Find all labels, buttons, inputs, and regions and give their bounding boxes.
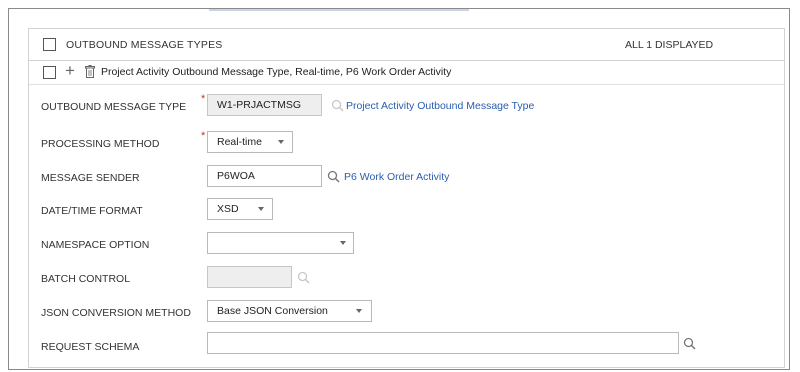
processing-method-field: PROCESSING METHOD * Real-time: [29, 126, 784, 159]
trash-icon[interactable]: [85, 65, 95, 78]
message-sender-field: MESSAGE SENDER P6WOA P6 Work Order Activ…: [29, 160, 784, 193]
top-divider: [209, 9, 469, 11]
namespace-option-select[interactable]: [207, 232, 354, 254]
json-conversion-method-value: Base JSON Conversion: [217, 305, 328, 317]
datetime-format-select[interactable]: XSD: [207, 198, 273, 220]
datetime-format-field: DATE/TIME FORMAT XSD: [29, 193, 784, 226]
required-marker: *: [201, 93, 206, 105]
processing-method-label: PROCESSING METHOD: [41, 138, 160, 150]
chevron-down-icon: [340, 241, 346, 245]
message-sender-label: MESSAGE SENDER: [41, 172, 140, 184]
namespace-option-label: NAMESPACE OPTION: [41, 239, 150, 251]
outbound-message-type-description-link[interactable]: Project Activity Outbound Message Type: [346, 100, 534, 112]
batch-control-input[interactable]: [207, 266, 292, 288]
search-icon[interactable]: [331, 99, 344, 112]
message-sender-input[interactable]: P6WOA: [207, 165, 322, 187]
outbound-message-type-input[interactable]: W1-PRJACTMSG: [207, 94, 322, 116]
chevron-down-icon: [278, 140, 284, 144]
panel-header: OUTBOUND MESSAGE TYPES ALL 1 DISPLAYED: [29, 29, 784, 61]
record-checkbox[interactable]: [43, 66, 56, 79]
message-sender-description-link[interactable]: P6 Work Order Activity: [344, 171, 449, 183]
add-icon[interactable]: +: [65, 62, 75, 80]
datetime-format-label: DATE/TIME FORMAT: [41, 205, 143, 217]
record-row: + Project Activity Outbound Message Type…: [29, 61, 784, 85]
outbound-message-type-field: OUTBOUND MESSAGE TYPE * W1-PRJACTMSG Pro…: [29, 89, 784, 122]
displayed-count: ALL 1 DISPLAYED: [625, 39, 714, 51]
request-schema-input[interactable]: [207, 332, 679, 354]
namespace-option-field: NAMESPACE OPTION: [29, 227, 784, 260]
panel-title: OUTBOUND MESSAGE TYPES: [66, 39, 223, 51]
json-conversion-method-label: JSON CONVERSION METHOD: [41, 307, 191, 319]
batch-control-field: BATCH CONTROL: [29, 261, 784, 294]
request-schema-field: REQUEST SCHEMA: [29, 329, 784, 362]
outbound-message-type-label: OUTBOUND MESSAGE TYPE: [41, 101, 187, 113]
processing-method-value: Real-time: [217, 136, 262, 148]
request-schema-label: REQUEST SCHEMA: [41, 341, 140, 353]
json-conversion-method-field: JSON CONVERSION METHOD Base JSON Convers…: [29, 295, 784, 328]
select-all-checkbox[interactable]: [43, 38, 56, 51]
batch-control-label: BATCH CONTROL: [41, 273, 131, 285]
outbound-message-types-panel: OUTBOUND MESSAGE TYPES ALL 1 DISPLAYED +…: [28, 28, 785, 368]
required-marker: *: [201, 130, 206, 142]
datetime-format-value: XSD: [217, 203, 239, 215]
search-icon[interactable]: [683, 337, 696, 350]
search-icon[interactable]: [327, 170, 340, 183]
record-title: Project Activity Outbound Message Type, …: [101, 66, 452, 78]
chevron-down-icon: [258, 207, 264, 211]
json-conversion-method-select[interactable]: Base JSON Conversion: [207, 300, 372, 322]
search-icon[interactable]: [297, 271, 310, 284]
processing-method-select[interactable]: Real-time: [207, 131, 293, 153]
chevron-down-icon: [356, 309, 362, 313]
